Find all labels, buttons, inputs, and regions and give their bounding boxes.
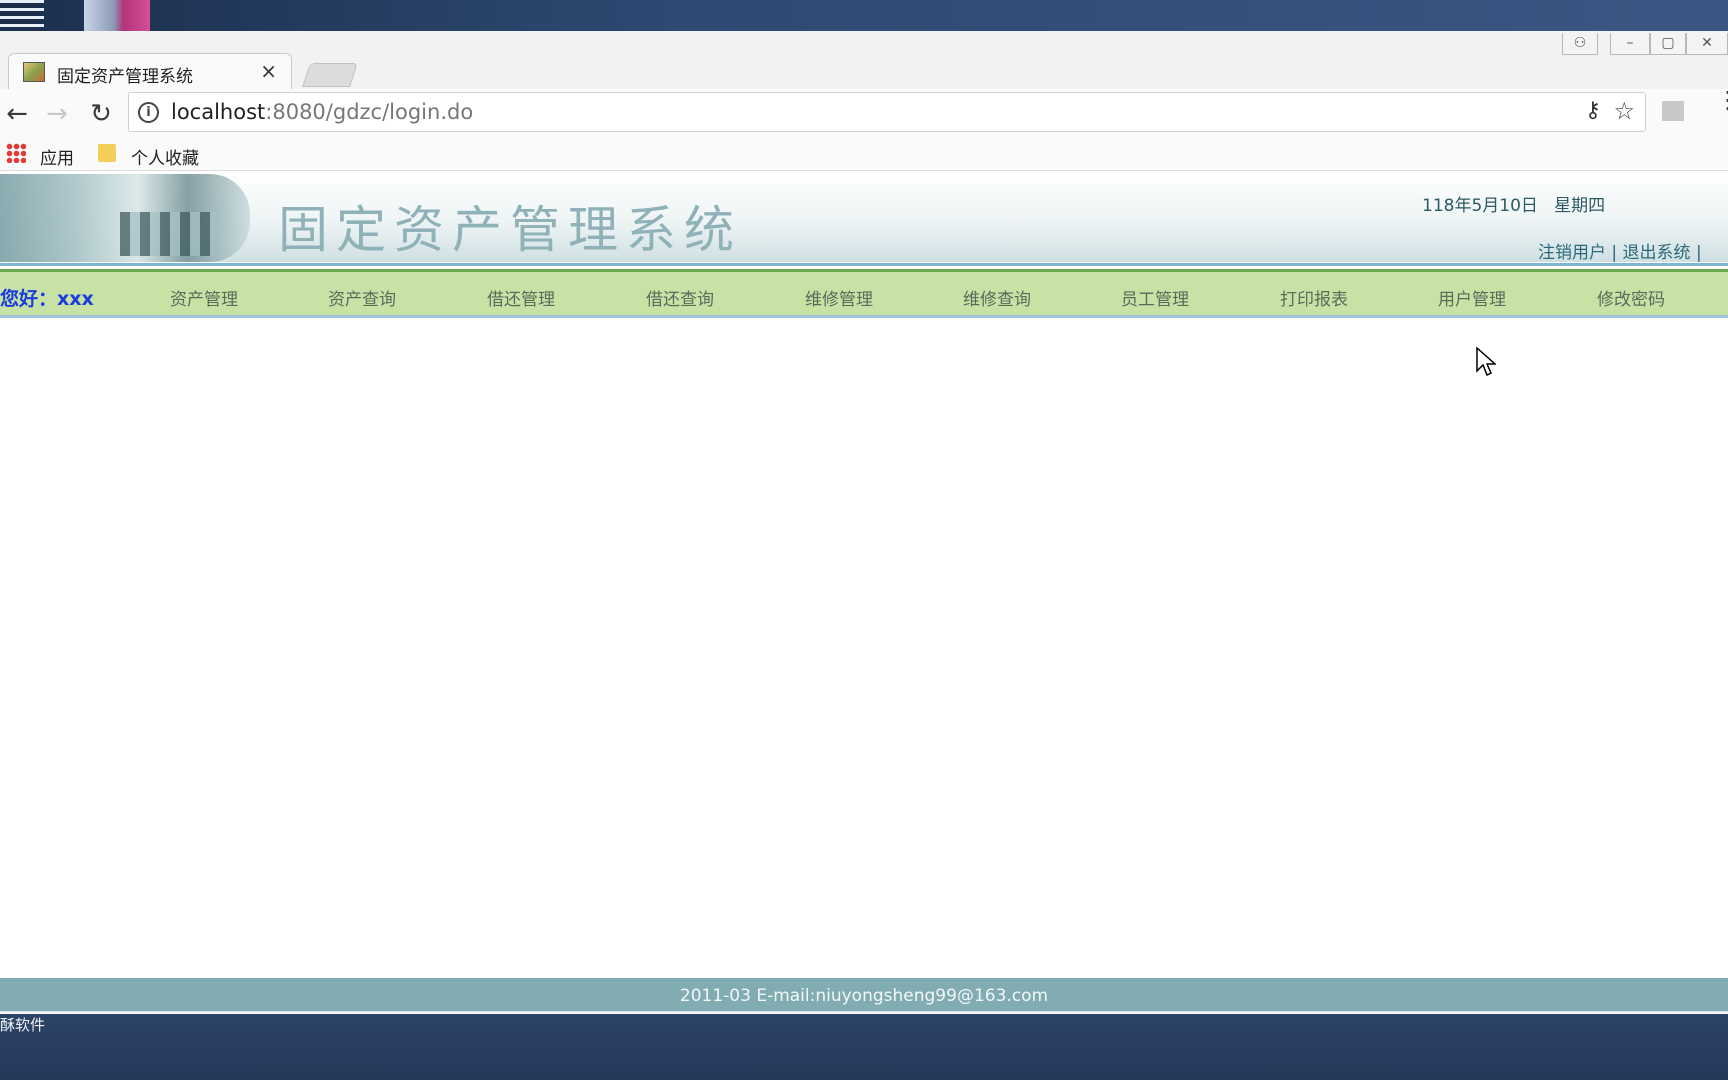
exit-system-link[interactable]: 退出系统	[1623, 243, 1691, 263]
nav-item-employee-management[interactable]: 员工管理	[1121, 285, 1189, 310]
footer-text: 2011-03 E-mail:niuyongsheng99@163.com	[679, 986, 1049, 1006]
forward-arrow-icon[interactable]: →	[40, 97, 74, 131]
nav-item-asset-query[interactable]: 资产查询	[328, 285, 396, 310]
close-window-button[interactable]: ✕	[1686, 33, 1728, 55]
link-separator: |	[1690, 243, 1702, 263]
address-url[interactable]: localhost:8080/gdzc/login.do	[171, 100, 473, 124]
password-key-icon[interactable]: ⚷	[1585, 98, 1601, 123]
logout-user-link[interactable]: 注销用户	[1538, 243, 1606, 263]
desktop-app-icon[interactable]	[84, 0, 150, 31]
date-display: 118年5月10日 星期四	[1422, 191, 1605, 216]
account-links: 注销用户 | 退出系统 |	[1538, 238, 1702, 263]
new-tab-button[interactable]	[302, 63, 358, 87]
minimize-button[interactable]: –	[1610, 33, 1650, 55]
nav-item-repair-management[interactable]: 维修管理	[805, 285, 873, 310]
url-path: :8080/gdzc/login.do	[265, 100, 474, 124]
browser-window: 固定资产管理系统 × ⚇ – ▢ ✕ ← → ↻ i localhost:808…	[0, 31, 1728, 1015]
reload-icon[interactable]: ↻	[84, 97, 118, 131]
building-image	[120, 212, 220, 256]
nav-item-borrow-return-query[interactable]: 借还查询	[646, 285, 714, 310]
banner-building-image	[0, 174, 250, 262]
page-content: 固定资产管理系统 118年5月10日 星期四 注销用户 | 退出系统 | 您好：…	[0, 172, 1728, 1015]
folder-icon[interactable]	[98, 144, 116, 162]
date-text: 118年5月10日	[1422, 196, 1538, 216]
bookmarks-bar: 应用 个人收藏	[0, 137, 1728, 171]
nav-item-asset-management[interactable]: 资产管理	[170, 285, 238, 310]
site-title: 固定资产管理系统	[278, 201, 742, 259]
nav-item-borrow-return-management[interactable]: 借还管理	[487, 285, 555, 310]
profile-icon[interactable]: ⚇	[1562, 33, 1598, 55]
main-nav: 您好：xxx 资产管理 资产查询 借还管理 借还查询 维修管理 维修查询 员工管…	[0, 269, 1728, 318]
address-bar[interactable]: i localhost:8080/gdzc/login.do ⚷ ☆	[128, 92, 1646, 132]
url-host: localhost	[171, 100, 266, 124]
nav-item-print-report[interactable]: 打印报表	[1280, 285, 1348, 310]
mouse-cursor-icon	[1476, 347, 1496, 377]
browser-tab[interactable]: 固定资产管理系统 ×	[8, 53, 292, 89]
link-separator: |	[1606, 243, 1623, 263]
nav-item-user-management[interactable]: 用户管理	[1438, 285, 1506, 310]
banner-divider	[0, 263, 1728, 266]
tab-strip: 固定资产管理系统 × ⚇ – ▢ ✕	[0, 31, 1728, 89]
tab-title: 固定资产管理系统	[57, 67, 193, 87]
favicon-icon	[23, 62, 45, 82]
maximize-button[interactable]: ▢	[1650, 33, 1686, 55]
apps-grid-icon[interactable]	[6, 143, 26, 163]
desktop-taskbar: 酥软件	[0, 1014, 1728, 1080]
browser-menu-icon[interactable]: ⋮	[1716, 88, 1728, 112]
user-greeting: 您好：xxx	[0, 288, 94, 310]
info-icon[interactable]: i	[138, 102, 159, 123]
bookmark-apps[interactable]: 应用	[40, 144, 74, 169]
extension-icon[interactable]	[1662, 101, 1684, 121]
nav-item-repair-query[interactable]: 维修查询	[963, 285, 1031, 310]
tab-close-icon[interactable]: ×	[260, 59, 277, 83]
desktop-menu-icon[interactable]	[0, 0, 44, 28]
weekday-text: 星期四	[1554, 196, 1606, 216]
taskbar-app-label[interactable]: 酥软件	[0, 1014, 45, 1035]
bookmark-star-icon[interactable]: ☆	[1613, 97, 1635, 125]
nav-item-change-password[interactable]: 修改密码	[1597, 285, 1665, 310]
back-arrow-icon[interactable]: ←	[0, 97, 34, 131]
desktop-top-strip	[0, 0, 1728, 31]
bookmark-folder-personal[interactable]: 个人收藏	[131, 144, 199, 169]
site-banner: 固定资产管理系统 118年5月10日 星期四 注销用户 | 退出系统 |	[0, 172, 1728, 263]
page-footer: 2011-03 E-mail:niuyongsheng99@163.com	[0, 978, 1728, 1013]
